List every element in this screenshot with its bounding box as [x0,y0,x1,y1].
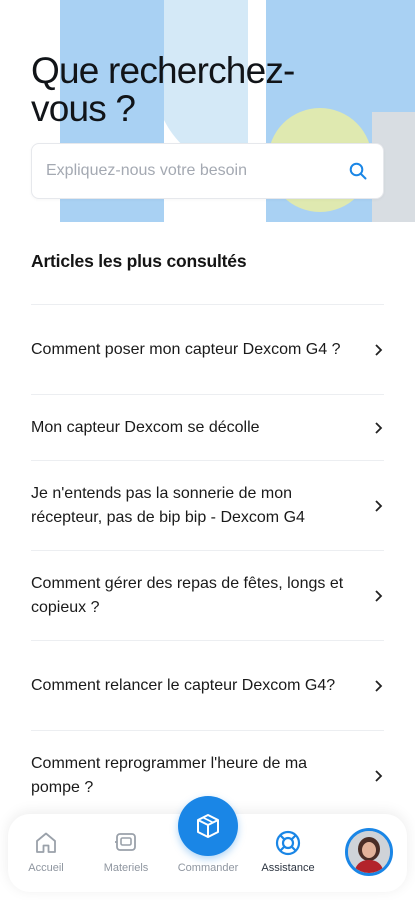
order-label: Commander [177,862,239,874]
chevron-right-icon [375,343,383,356]
article-item[interactable]: Comment gérer des repas de fêtes, longs … [31,550,384,640]
device-icon [111,828,141,858]
chevron-right-icon [375,769,383,782]
article-label: Comment relancer le capteur Dexcom G4? [31,676,336,694]
chevron-right-icon [375,679,383,692]
article-item[interactable]: Comment poser mon capteur Dexcom G4 ? [31,304,384,394]
tab-accueil[interactable]: Accueil [10,828,82,888]
search-icon[interactable] [347,160,369,182]
tab-assistance[interactable]: Assistance [252,828,324,888]
profile-photo [348,831,390,873]
article-label: Comment poser mon capteur Dexcom G4 ? [31,340,341,358]
page-title: Que recherchez-vous ? [31,50,295,129]
search-bar[interactable] [31,143,384,199]
lifebuoy-icon [273,828,303,858]
article-item[interactable]: Mon capteur Dexcom se décolle [31,394,384,460]
tab-label: Accueil [28,862,64,874]
home-icon [31,828,61,858]
box-icon [197,814,219,838]
tab-label: Assistance [261,862,315,874]
chevron-right-icon [375,589,383,602]
chevron-right-icon [375,499,383,512]
article-label: Comment reprogrammer l'heure de ma pompe… [31,754,308,796]
article-label: Je n'entends pas la sonnerie de mon réce… [31,484,305,526]
avatar[interactable] [345,828,393,876]
section-title: Articles les plus consultés [31,251,247,271]
article-label: Mon capteur Dexcom se décolle [31,418,260,436]
article-item[interactable]: Comment relancer le capteur Dexcom G4? [31,640,384,730]
article-item[interactable]: Je n'entends pas la sonnerie de mon réce… [31,460,384,550]
article-label: Comment gérer des repas de fêtes, longs … [31,574,344,616]
tab-label: Materiels [103,862,149,874]
tab-materiels[interactable]: Materiels [90,828,162,888]
search-input[interactable] [46,162,347,180]
order-button[interactable] [178,796,238,856]
article-list: Comment poser mon capteur Dexcom G4 ? Mo… [31,304,384,820]
chevron-right-icon [375,421,383,434]
